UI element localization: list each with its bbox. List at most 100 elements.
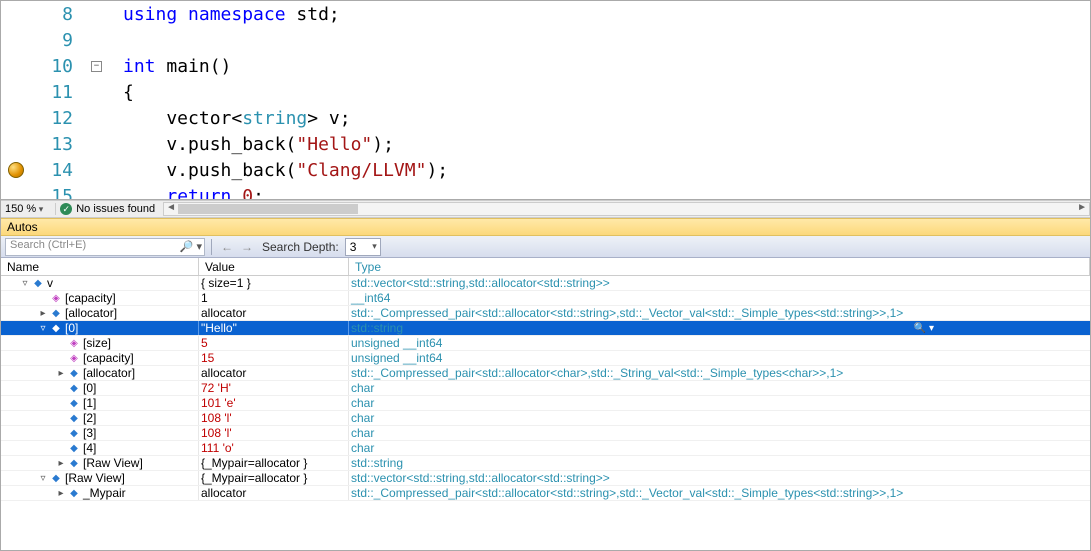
- code-text[interactable]: v.push_back("Clang/LLVM");: [113, 160, 448, 181]
- cell-value[interactable]: 15: [199, 351, 349, 365]
- search-depth-dropdown[interactable]: 3: [345, 238, 381, 256]
- visualizer-icon[interactable]: 🔍 ▾: [914, 323, 934, 334]
- table-row[interactable]: ▸◆_Mypairallocatorstd::_Compressed_pair<…: [1, 486, 1090, 501]
- table-row[interactable]: ◈[capacity]15unsigned __int64: [1, 351, 1090, 366]
- autos-grid-body[interactable]: ▿◆v{ size=1 }std::vector<std::string,std…: [1, 276, 1090, 501]
- code-line[interactable]: 9: [1, 27, 1090, 53]
- cell-value[interactable]: 108 'l': [199, 426, 349, 440]
- code-line[interactable]: 12 vector<string> v;: [1, 105, 1090, 131]
- table-row[interactable]: ◆[3]108 'l'char: [1, 426, 1090, 441]
- table-row[interactable]: ◆[1]101 'e'char: [1, 396, 1090, 411]
- variable-name: [3]: [83, 426, 96, 440]
- code-text[interactable]: return 0;: [113, 186, 264, 201]
- cell-name[interactable]: ◈[size]: [1, 336, 199, 350]
- code-text[interactable]: using namespace std;: [113, 4, 340, 25]
- cell-type: std::string: [349, 456, 1090, 470]
- expand-toggle[interactable]: ▿: [37, 473, 49, 484]
- cell-name[interactable]: ▿◆v: [1, 276, 199, 290]
- table-row[interactable]: ▿◆v{ size=1 }std::vector<std::string,std…: [1, 276, 1090, 291]
- code-text[interactable]: {: [113, 82, 134, 103]
- cell-value[interactable]: 108 'l': [199, 411, 349, 425]
- line-number: 8: [31, 4, 91, 25]
- table-row[interactable]: ▸◆[Raw View]{_Mypair=allocator }std::str…: [1, 456, 1090, 471]
- cell-name[interactable]: ▸◆_Mypair: [1, 486, 199, 500]
- autos-grid-header: Name Value Type: [1, 258, 1090, 276]
- variable-name: [capacity]: [83, 351, 134, 365]
- cell-value[interactable]: allocator: [199, 366, 349, 380]
- table-row[interactable]: ◈[capacity]1__int64: [1, 291, 1090, 306]
- cell-name[interactable]: ▿◆[Raw View]: [1, 471, 199, 485]
- cell-name[interactable]: ◆[2]: [1, 411, 199, 425]
- cell-value[interactable]: { size=1 }: [199, 276, 349, 290]
- fold-gutter[interactable]: −: [91, 61, 107, 72]
- expand-toggle[interactable]: ▿: [37, 323, 49, 334]
- variable-icon: ◆: [49, 471, 63, 485]
- table-row[interactable]: ▸◆[allocator]allocatorstd::_Compressed_p…: [1, 306, 1090, 321]
- cell-value[interactable]: 1: [199, 291, 349, 305]
- expand-toggle[interactable]: ▿: [19, 278, 31, 289]
- code-line[interactable]: 13 v.push_back("Hello");: [1, 131, 1090, 157]
- cell-type: char: [349, 411, 1090, 425]
- variable-icon: ◆: [67, 396, 81, 410]
- code-line[interactable]: 11{: [1, 79, 1090, 105]
- search-input[interactable]: Search (Ctrl+E) 🔎 ▾: [5, 238, 205, 256]
- cell-name[interactable]: ◆[1]: [1, 396, 199, 410]
- cell-name[interactable]: ▸◆[Raw View]: [1, 456, 199, 470]
- code-line[interactable]: 14 v.push_back("Clang/LLVM");: [1, 157, 1090, 183]
- cell-name[interactable]: ▸◆[allocator]: [1, 306, 199, 320]
- search-icon[interactable]: 🔎 ▾: [180, 240, 202, 253]
- header-name[interactable]: Name: [1, 258, 199, 275]
- cell-name[interactable]: ◈[capacity]: [1, 291, 199, 305]
- cell-value[interactable]: 72 'H': [199, 381, 349, 395]
- code-text[interactable]: v.push_back("Hello");: [113, 134, 394, 155]
- code-line[interactable]: 10−int main(): [1, 53, 1090, 79]
- expand-toggle[interactable]: ▸: [55, 488, 67, 499]
- cell-value[interactable]: 5: [199, 336, 349, 350]
- code-editor[interactable]: 8 using namespace std;910−int main()11{12…: [1, 1, 1090, 200]
- cell-name[interactable]: ◆[3]: [1, 426, 199, 440]
- cell-value[interactable]: allocator: [199, 486, 349, 500]
- cell-name[interactable]: ▿◆[0]: [1, 321, 199, 335]
- breakpoint-gutter[interactable]: [1, 162, 31, 178]
- table-row[interactable]: ▿◆[Raw View]{_Mypair=allocator }std::vec…: [1, 471, 1090, 486]
- cell-type: std::vector<std::string,std::allocator<s…: [349, 471, 1090, 485]
- variable-name: [size]: [83, 336, 111, 350]
- cell-value[interactable]: {_Mypair=allocator }: [199, 471, 349, 485]
- table-row[interactable]: ◆[4]111 'o'char: [1, 441, 1090, 456]
- cell-name[interactable]: ◆[0]: [1, 381, 199, 395]
- cell-type: std::_Compressed_pair<std::allocator<cha…: [349, 366, 1090, 380]
- code-line[interactable]: 8 using namespace std;: [1, 1, 1090, 27]
- scrollbar-thumb[interactable]: [178, 204, 358, 214]
- cell-name[interactable]: ◆[4]: [1, 441, 199, 455]
- cell-value[interactable]: allocator: [199, 306, 349, 320]
- fold-toggle-icon[interactable]: −: [91, 61, 102, 72]
- horizontal-scrollbar[interactable]: [163, 202, 1090, 216]
- cell-value[interactable]: {_Mypair=allocator }: [199, 456, 349, 470]
- table-row[interactable]: ▿◆[0]"Hello"std::string🔍 ▾: [1, 321, 1090, 336]
- variable-name: _Mypair: [83, 486, 126, 500]
- expand-toggle[interactable]: ▸: [55, 368, 67, 379]
- cell-type: char: [349, 441, 1090, 455]
- code-line[interactable]: 15 return 0;: [1, 183, 1090, 200]
- expand-toggle[interactable]: ▸: [55, 458, 67, 469]
- header-type[interactable]: Type: [349, 258, 1090, 275]
- variable-icon: ◆: [67, 366, 81, 380]
- header-value[interactable]: Value: [199, 258, 349, 275]
- code-text[interactable]: vector<string> v;: [113, 108, 351, 129]
- nav-forward-button[interactable]: →: [238, 238, 256, 256]
- cell-name[interactable]: ◈[capacity]: [1, 351, 199, 365]
- expand-toggle[interactable]: ▸: [37, 308, 49, 319]
- cell-value[interactable]: "Hello": [199, 321, 349, 335]
- cell-name[interactable]: ▸◆[allocator]: [1, 366, 199, 380]
- issues-indicator[interactable]: ✓ No issues found: [56, 203, 155, 215]
- table-row[interactable]: ◆[2]108 'l'char: [1, 411, 1090, 426]
- table-row[interactable]: ◆[0]72 'H'char: [1, 381, 1090, 396]
- table-row[interactable]: ▸◆[allocator]allocatorstd::_Compressed_p…: [1, 366, 1090, 381]
- table-row[interactable]: ◈[size]5unsigned __int64: [1, 336, 1090, 351]
- code-text[interactable]: int main(): [113, 56, 231, 77]
- nav-back-button[interactable]: ←: [218, 238, 236, 256]
- zoom-dropdown[interactable]: 150 %: [1, 203, 56, 215]
- cell-value[interactable]: 111 'o': [199, 441, 349, 455]
- cell-value[interactable]: 101 'e': [199, 396, 349, 410]
- property-icon: ◈: [67, 351, 81, 365]
